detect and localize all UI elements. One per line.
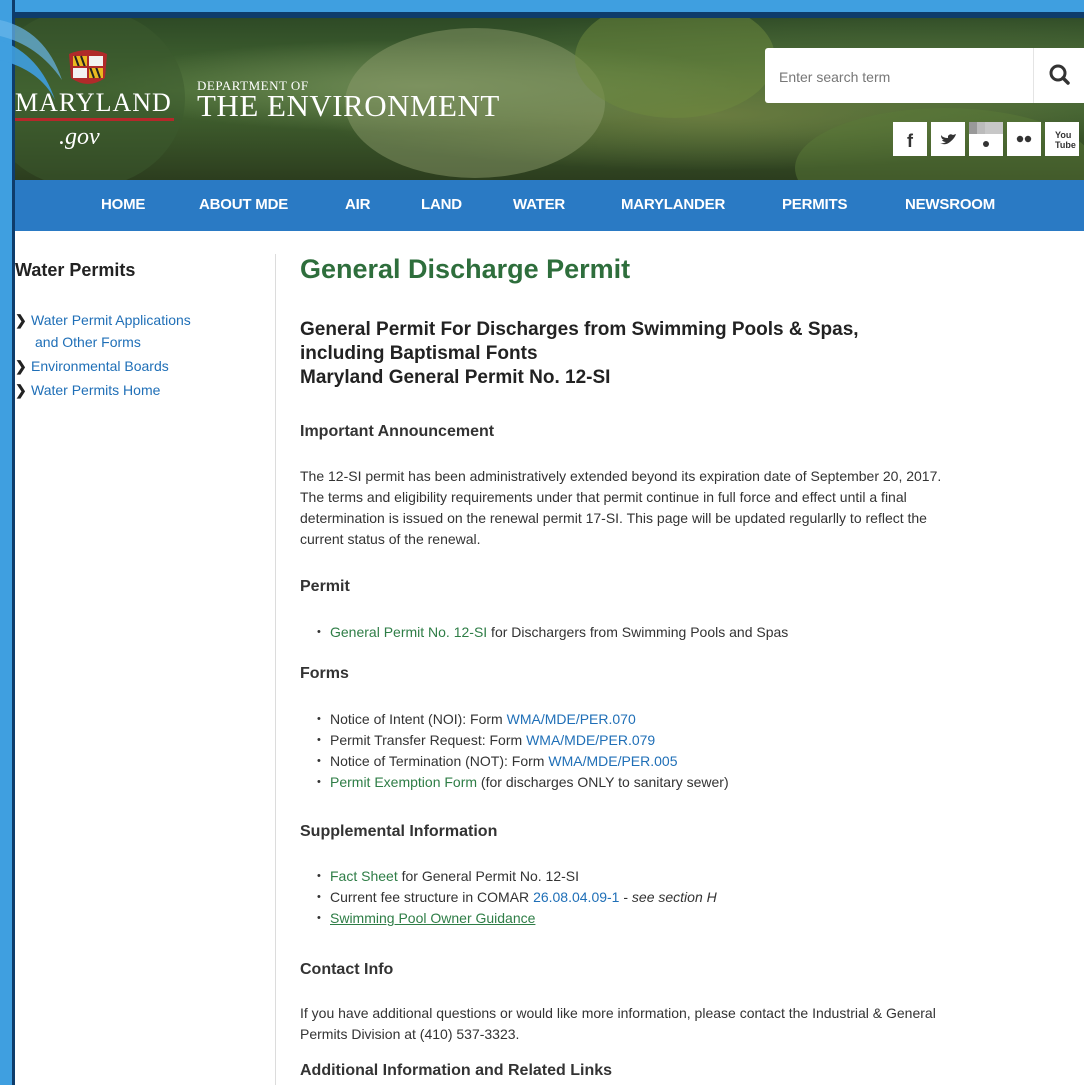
list-item: Permit Exemption Form (for discharges ON… [317,772,729,793]
permit-link-desc: for Dischargers from Swimming Pools and … [487,624,789,640]
chevron-right-icon: ❯ [15,358,27,374]
list-item: Notice of Termination (NOT): Form WMA/MD… [317,751,729,772]
fee-label: Current fee structure in COMAR [330,889,534,905]
supplemental-heading: Supplemental Information [300,823,498,840]
form-label: Notice of Intent (NOI): Form [330,711,507,727]
form-label: Permit Transfer Request: Form [330,732,527,748]
form-link-exemption[interactable]: Permit Exemption Form [330,774,477,790]
site-title[interactable]: THE ENVIRONMENT [197,88,500,124]
svg-text:Tube: Tube [1055,140,1076,150]
form-link-noi[interactable]: WMA/MDE/PER.070 [507,711,636,727]
announcement-line: current status of the renewal. [300,531,481,547]
sidebar-title: Water Permits [15,260,136,280]
nav-item-permits[interactable]: PERMITS [782,196,847,213]
comar-link[interactable]: 26.08.04.09-1 [533,889,619,905]
announcement-line: determination is issued on the renewal p… [300,510,927,526]
nav-item-newsroom[interactable]: NEWSROOM [905,196,995,213]
facebook-icon[interactable]: f [893,122,927,156]
page-title: General Discharge Permit [300,254,631,284]
main-nav: HOME ABOUT MDE AIR LAND WATER MARYLANDER… [15,180,1084,231]
sidebar-item-label: and Other Forms [35,334,141,350]
flickr-icon[interactable] [1007,122,1041,156]
nav-item-land[interactable]: LAND [421,196,462,213]
additional-info-heading: Additional Information and Related Links [300,1062,613,1079]
announcement-text: The 12-SI permit has been administrative… [300,466,1075,550]
site-header: MARYLAND .gov DEPARTMENT OF THE ENVIRONM… [15,18,1084,180]
contact-line: Permits Division at (410) 537-3323. [300,1026,520,1042]
fact-sheet-link[interactable]: Fact Sheet [330,868,398,884]
announcement-line: The terms and eligibility requirements u… [300,489,907,505]
twitter-icon[interactable] [931,122,965,156]
slide-corner-decoration [0,20,62,100]
permit-subtitle-line-3: Maryland General Permit No. 12-SI [300,367,611,388]
permit-heading: Permit [300,578,350,595]
search-input[interactable] [777,56,1031,98]
instagram-icon[interactable] [969,122,1003,156]
search-icon [1049,64,1070,85]
list-item: Permit Transfer Request: Form WMA/MDE/PE… [317,730,729,751]
announcement-heading: Important Announcement [300,423,495,440]
sidebar-item-environmental-boards[interactable]: ❯ Environmental Boards [15,355,169,377]
contact-line: If you have additional questions or woul… [300,1005,936,1021]
sidebar-divider [275,254,276,1085]
form-label: (for discharges ONLY to sanitary sewer) [477,774,729,790]
fee-sep: - [619,889,632,905]
nav-item-air[interactable]: AIR [345,196,370,213]
list-item: Swimming Pool Owner Guidance [317,908,717,929]
form-link-transfer[interactable]: WMA/MDE/PER.079 [526,732,655,748]
svg-text:f: f [907,131,914,151]
sidebar-item-water-permits-home[interactable]: ❯ Water Permits Home [15,379,160,401]
permit-link[interactable]: General Permit No. 12-SI [330,624,487,640]
search-box [765,48,1033,103]
nav-item-about-mde[interactable]: ABOUT MDE [199,196,288,213]
form-link-not[interactable]: WMA/MDE/PER.005 [548,753,677,769]
forms-heading: Forms [300,665,349,682]
sidebar-item-applications-cont[interactable]: and Other Forms [35,331,141,353]
supplemental-list: Fact Sheet for General Permit No. 12-SI … [317,866,717,929]
nav-item-home[interactable]: HOME [101,196,145,213]
frame-top-bar [0,0,1084,12]
sidebar-item-label: Water Permits Home [31,382,161,398]
svg-text:You: You [1055,130,1071,140]
sidebar-item-label: Water Permit Applications [31,312,191,328]
forms-list: Notice of Intent (NOI): Form WMA/MDE/PER… [317,709,729,793]
permit-subtitle-line-1: General Permit For Discharges from Swimm… [300,319,859,340]
form-label: Notice of Termination (NOT): Form [330,753,549,769]
permit-subtitle-line-2: including Baptismal Fonts [300,343,538,364]
nav-item-marylander[interactable]: MARYLANDER [621,196,725,213]
youtube-icon[interactable]: You Tube [1045,122,1079,156]
list-item: General Permit No. 12-SI for Dischargers… [317,622,789,643]
sidebar-item-applications[interactable]: ❯ Water Permit Applications [15,309,191,331]
announcement-line: The 12-SI permit has been administrative… [300,468,942,484]
header-foliage [575,18,775,118]
contact-heading: Contact Info [300,961,394,978]
contact-text: If you have additional questions or woul… [300,1003,1075,1045]
list-item: Notice of Intent (NOI): Form WMA/MDE/PER… [317,709,729,730]
fee-note: see section H [631,889,717,905]
sidebar-item-label: Environmental Boards [31,358,169,374]
list-item: Fact Sheet for General Permit No. 12-SI [317,866,717,887]
permit-list: General Permit No. 12-SI for Dischargers… [317,622,789,643]
chevron-right-icon: ❯ [15,382,27,398]
maryland-flag-icon [69,50,107,84]
fact-sheet-desc: for General Permit No. 12-SI [397,868,579,884]
search-button[interactable] [1033,48,1084,103]
nav-item-water[interactable]: WATER [513,196,565,213]
chevron-right-icon: ❯ [15,312,27,328]
list-item: Current fee structure in COMAR 26.08.04.… [317,887,717,908]
pool-owner-guidance-link[interactable]: Swimming Pool Owner Guidance [330,910,535,926]
